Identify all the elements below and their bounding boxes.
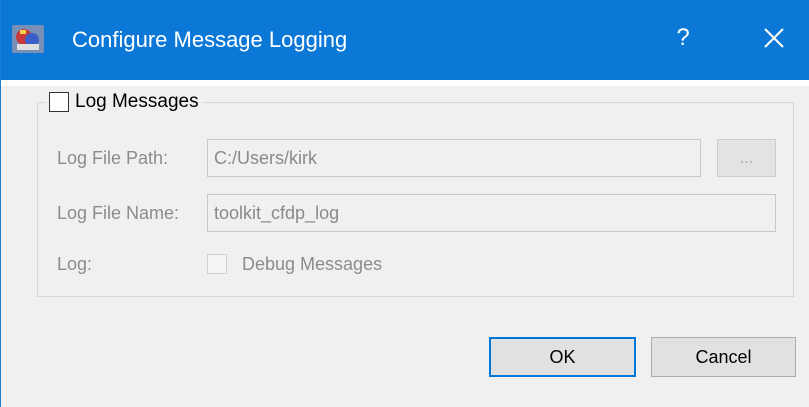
log-messages-toggle[interactable]: Log Messages [45, 88, 203, 116]
title-separator [1, 80, 809, 86]
debug-messages-toggle[interactable]: Debug Messages [207, 250, 382, 278]
log-messages-checkbox[interactable] [49, 92, 69, 112]
log-file-name-label: Log File Name: [57, 203, 180, 223]
debug-messages-label: Debug Messages [242, 253, 383, 274]
help-button[interactable]: ? [665, 18, 701, 58]
ok-button[interactable]: OK [489, 337, 636, 377]
window-title: Configure Message Logging [72, 27, 348, 52]
log-file-path-label: Log File Path: [57, 148, 169, 168]
log-file-path-input[interactable] [207, 139, 701, 177]
configure-logging-dialog: Configure Message Logging ? Log Messages… [0, 0, 809, 407]
cancel-button[interactable]: Cancel [651, 337, 796, 377]
debug-messages-checkbox[interactable] [207, 254, 227, 274]
browse-button[interactable]: ... [717, 139, 776, 177]
title-bar[interactable]: Configure Message Logging ? [1, 0, 809, 80]
log-messages-label: Log Messages [75, 91, 199, 112]
app-icon [11, 24, 45, 54]
close-button[interactable] [745, 18, 799, 58]
log-file-name-input[interactable] [207, 194, 776, 232]
close-icon [764, 28, 784, 48]
log-label: Log: [57, 254, 93, 274]
